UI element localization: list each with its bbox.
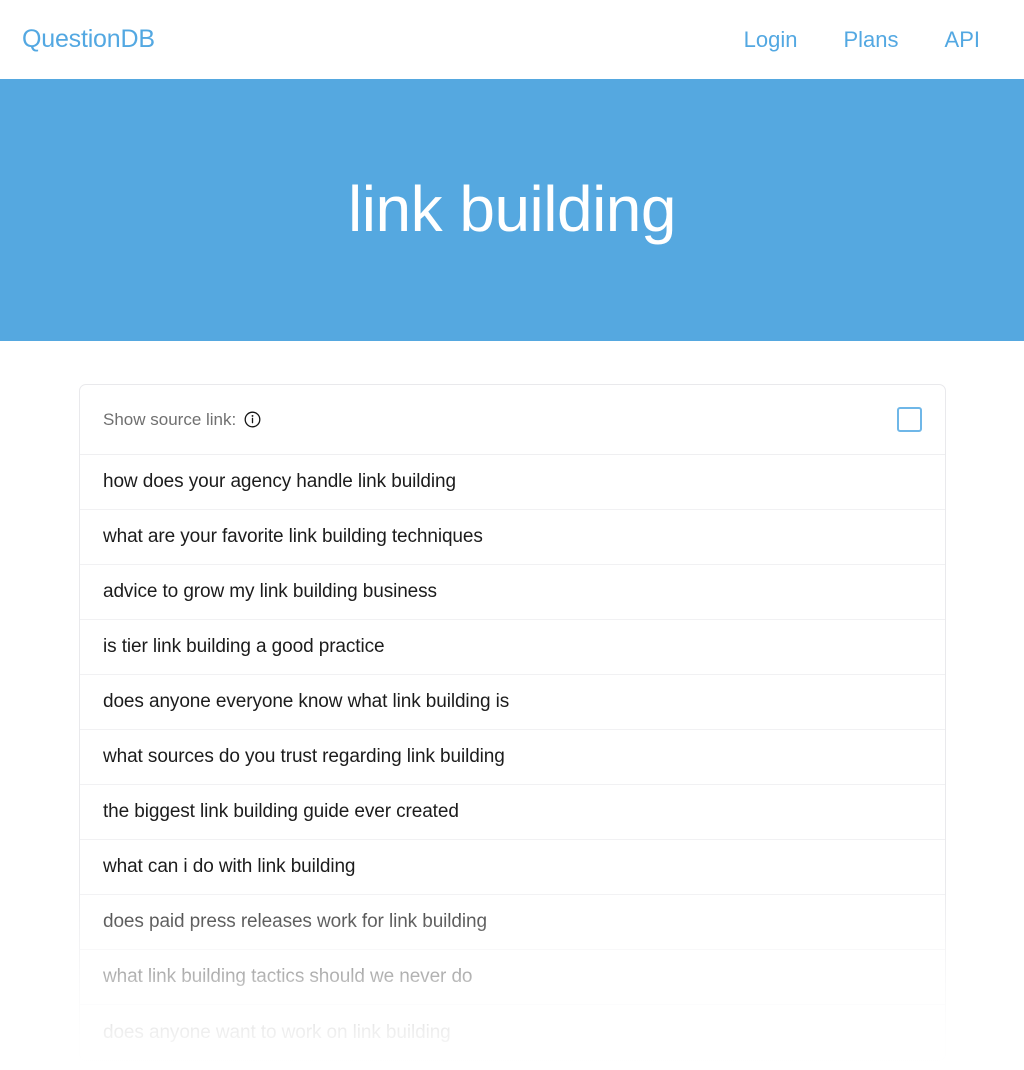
brand-logo[interactable]: QuestionDB	[22, 25, 155, 54]
page-title: link building	[348, 173, 676, 246]
info-circle-icon[interactable]	[244, 411, 261, 428]
top-navbar: QuestionDB Login Plans API	[0, 0, 1024, 79]
table-row[interactable]: is tier link building a good practice	[80, 620, 945, 675]
table-row[interactable]: does anyone want to work on link buildin…	[80, 1005, 945, 1060]
result-question: is tier link building a good practice	[103, 636, 385, 657]
nav-links: Login Plans API	[744, 27, 1002, 53]
results-card-header: Show source link:	[80, 385, 945, 455]
table-row[interactable]: how does your agency handle link buildin…	[80, 455, 945, 510]
results-section: Show source link: how does your agency h…	[0, 341, 1024, 1070]
result-question: what link building tactics should we nev…	[103, 966, 473, 987]
result-question: what can i do with link building	[103, 856, 356, 877]
show-source-link-group: Show source link:	[103, 410, 261, 430]
result-question: the biggest link building guide ever cre…	[103, 801, 459, 822]
result-question: does paid press releases work for link b…	[103, 911, 487, 932]
hero-banner: link building	[0, 79, 1024, 341]
table-row[interactable]: does paid press releases work for link b…	[80, 895, 945, 950]
result-question: how does your agency handle link buildin…	[103, 471, 456, 492]
result-question: advice to grow my link building business	[103, 581, 437, 602]
table-row[interactable]: what sources do you trust regarding link…	[80, 730, 945, 785]
result-question: what are your favorite link building tec…	[103, 526, 483, 547]
result-question: what sources do you trust regarding link…	[103, 746, 505, 767]
result-question: does anyone everyone know what link buil…	[103, 691, 510, 712]
table-row[interactable]: the biggest link building guide ever cre…	[80, 785, 945, 840]
nav-link-api[interactable]: API	[945, 27, 980, 53]
nav-link-plans[interactable]: Plans	[843, 27, 898, 53]
table-row[interactable]: what link building tactics should we nev…	[80, 950, 945, 1005]
show-source-link-label: Show source link:	[103, 409, 237, 429]
results-card: Show source link: how does your agency h…	[79, 384, 946, 1061]
table-row[interactable]: advice to grow my link building business	[80, 565, 945, 620]
nav-link-login[interactable]: Login	[744, 27, 798, 53]
table-row[interactable]: does anyone everyone know what link buil…	[80, 675, 945, 730]
table-row[interactable]: what can i do with link building	[80, 840, 945, 895]
table-row[interactable]: what are your favorite link building tec…	[80, 510, 945, 565]
result-question: does anyone want to work on link buildin…	[103, 1021, 451, 1043]
page-root: QuestionDB Login Plans API link building…	[0, 0, 1024, 1070]
show-source-link-checkbox[interactable]	[897, 407, 922, 432]
